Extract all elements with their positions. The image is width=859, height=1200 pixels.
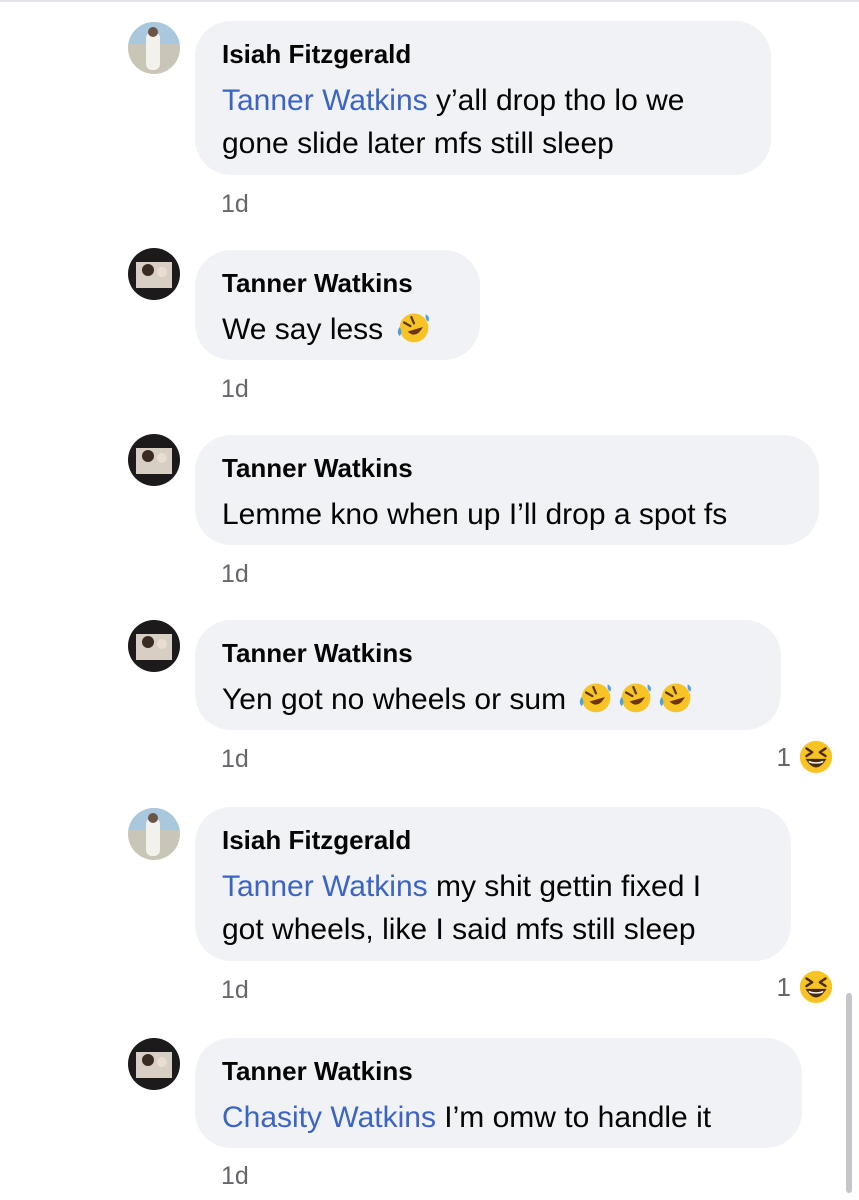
avatar[interactable] [128, 1038, 180, 1090]
reaction-summary[interactable]: 1 [777, 738, 835, 776]
comment-author[interactable]: Tanner Watkins [222, 1056, 776, 1086]
rolling-on-floor-laughing-emoji [618, 679, 654, 715]
top-divider [0, 0, 859, 2]
avatar[interactable] [128, 434, 180, 486]
comment-bubble: Tanner Watkins Lemme kno when up I’ll dr… [195, 435, 819, 545]
comment-author[interactable]: Isiah Fitzgerald [222, 825, 765, 855]
comment-timestamp[interactable]: 1d [221, 1162, 249, 1190]
comment-author[interactable]: Tanner Watkins [222, 268, 454, 298]
comment-author[interactable]: Isiah Fitzgerald [222, 39, 745, 69]
avatar[interactable] [128, 22, 180, 74]
comment-text-line: gone slide later mfs still sleep [222, 127, 614, 160]
comment-author[interactable]: Tanner Watkins [222, 638, 755, 668]
reaction-summary[interactable]: 1 [777, 968, 835, 1006]
comment-text-segment: I’m omw to handle it [435, 1101, 712, 1134]
comment-text-line: got wheels, like I said mfs still sleep [222, 913, 696, 946]
comment-text: Tanner Watkins my shit gettin fixed I [222, 865, 765, 908]
comment-text: We say less [222, 308, 454, 351]
avatar[interactable] [128, 620, 180, 672]
comment-text-segment: Yen got no wheels or sum [222, 683, 575, 716]
comment-bubble: Tanner Watkins Yen got no wheels or sum [195, 620, 781, 730]
rolling-on-floor-laughing-emoji [658, 679, 694, 715]
comment-bubble: Tanner Watkins We say less [195, 250, 480, 360]
rolling-on-floor-laughing-emoji [578, 679, 614, 715]
comment-bubble: Isiah Fitzgerald Tanner Watkins y’all dr… [195, 21, 771, 175]
comment-timestamp[interactable]: 1d [221, 190, 249, 218]
mention-link[interactable]: Tanner Watkins [222, 84, 428, 117]
comment-timestamp[interactable]: 1d [221, 745, 249, 773]
comment-bubble: Tanner Watkins Chasity Watkins I’m omw t… [195, 1038, 802, 1148]
mention-link[interactable]: Tanner Watkins [222, 870, 428, 903]
comment-text: Chasity Watkins I’m omw to handle it [222, 1096, 776, 1139]
comment-author[interactable]: Tanner Watkins [222, 453, 793, 483]
mention-link[interactable]: Chasity Watkins [222, 1101, 436, 1134]
comment-timestamp[interactable]: 1d [221, 560, 249, 588]
comment-text: Yen got no wheels or sum [222, 678, 755, 721]
comment-timestamp[interactable]: 1d [221, 976, 249, 1004]
comment-text-segment: my shit gettin fixed I [427, 870, 702, 903]
comment-timestamp[interactable]: 1d [221, 375, 249, 403]
laughing-squint-emoji [797, 968, 835, 1006]
reaction-count: 1 [776, 971, 791, 1002]
comment-text: Tanner Watkins y’all drop tho lo we [222, 79, 745, 122]
rolling-on-floor-laughing-emoji [396, 309, 432, 345]
laughing-squint-emoji [797, 738, 835, 776]
comment-text-segment: y’all drop tho lo we [427, 84, 685, 117]
avatar[interactable] [128, 808, 180, 860]
reaction-count: 1 [776, 741, 791, 772]
comment-text-segment: We say less [222, 313, 392, 346]
comment-text: Lemme kno when up I’ll drop a spot fs [222, 498, 728, 531]
avatar[interactable] [128, 248, 180, 300]
scrollbar[interactable] [846, 993, 852, 1193]
comment-bubble: Isiah Fitzgerald Tanner Watkins my shit … [195, 807, 791, 961]
